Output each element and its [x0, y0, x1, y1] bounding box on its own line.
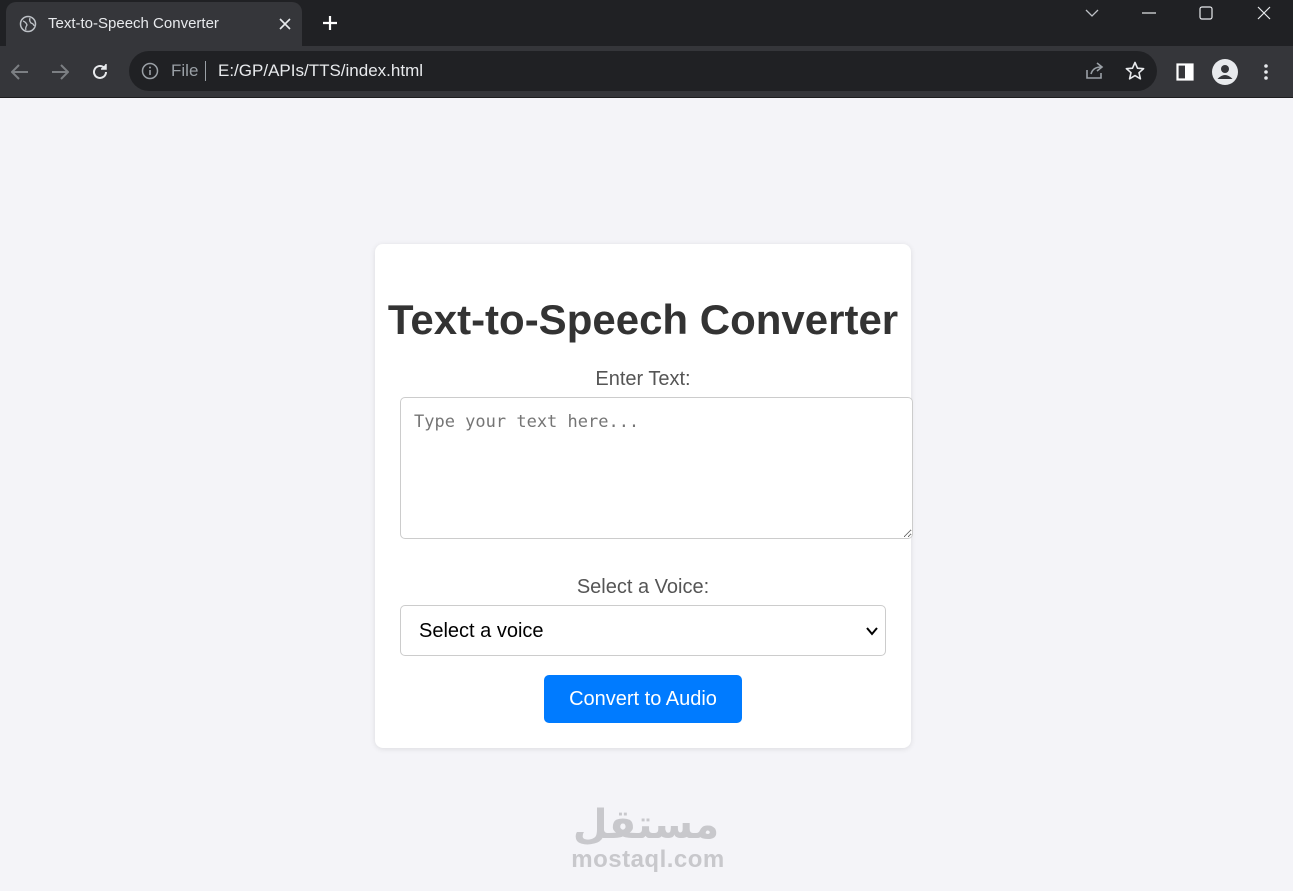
url-text[interactable]: E:/GP/APIs/TTS/index.html: [218, 61, 423, 81]
side-panel-icon[interactable]: [1172, 59, 1198, 85]
tab-title: Text-to-Speech Converter: [48, 15, 219, 32]
tts-card: Text-to-Speech Converter Enter Text: Sel…: [375, 244, 913, 748]
info-icon[interactable]: [141, 62, 159, 80]
svg-text:مستقل: مستقل: [573, 802, 719, 846]
address-divider: [205, 61, 206, 81]
chevron-down-icon: [866, 627, 878, 636]
address-scheme-label: File: [171, 61, 199, 80]
back-arrow-icon[interactable]: [4, 56, 36, 88]
address-bar[interactable]: File E:/GP/APIs/TTS/index.html: [129, 51, 1157, 91]
reload-icon[interactable]: [84, 56, 116, 88]
text-input-label: Enter Text:: [595, 368, 691, 390]
text-input[interactable]: [400, 397, 913, 539]
close-icon[interactable]: [274, 13, 296, 35]
chevron-down-icon[interactable]: [1064, 0, 1120, 26]
watermark-text: mostaql.com: [571, 846, 725, 873]
window-close-icon[interactable]: [1236, 0, 1292, 26]
plus-icon[interactable]: [316, 9, 344, 37]
browser-toolbar: File E:/GP/APIs/TTS/index.html: [0, 46, 1293, 98]
star-icon[interactable]: [1124, 60, 1146, 82]
forward-arrow-icon[interactable]: [44, 56, 76, 88]
share-icon[interactable]: [1084, 60, 1106, 82]
voice-select-value: Select a voice: [419, 620, 544, 642]
globe-icon: [19, 15, 37, 33]
voice-select-label: Select a Voice:: [576, 576, 710, 598]
tab-active[interactable]: Text-to-Speech Converter: [6, 2, 302, 46]
watermark-logo: مستقل: [573, 802, 719, 846]
kebab-menu-icon[interactable]: [1253, 59, 1279, 85]
voice-select[interactable]: Select a voice: [400, 605, 886, 656]
convert-button[interactable]: Convert to Audio: [544, 675, 742, 723]
page-title: Text-to-Speech Converter: [387, 296, 899, 343]
maximize-icon[interactable]: [1178, 0, 1234, 26]
tab-strip: Text-to-Speech Converter: [0, 0, 1293, 46]
minimize-icon[interactable]: [1121, 0, 1177, 26]
profile-icon[interactable]: [1212, 59, 1238, 85]
